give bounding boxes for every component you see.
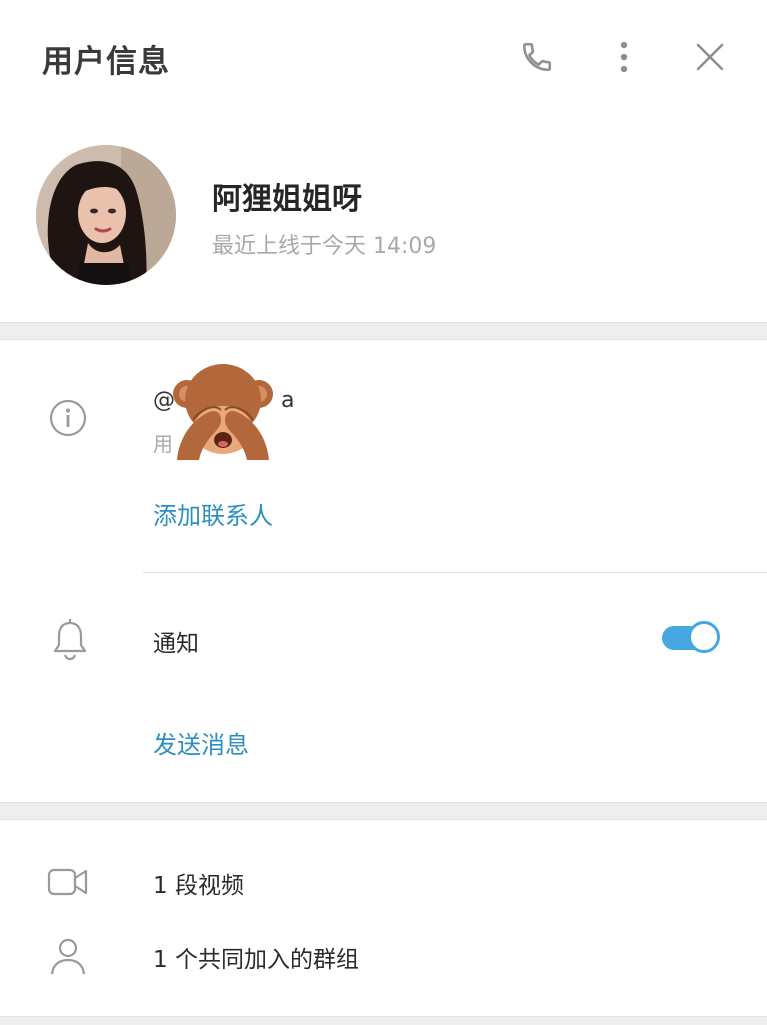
info-icon <box>49 399 87 437</box>
info-icon-wrap <box>46 396 90 440</box>
close-button[interactable] <box>690 37 730 77</box>
username-suffix: a <box>281 388 295 413</box>
person-icon <box>50 938 86 975</box>
contact-name: 阿狸姐姐呀 <box>212 182 362 217</box>
call-button[interactable] <box>517 37 557 77</box>
common-groups-row[interactable]: 1 个共同加入的群组 <box>153 940 359 974</box>
videos-row[interactable]: 1 段视频 <box>153 866 244 900</box>
phone-icon <box>522 42 552 72</box>
add-contact-link[interactable]: 添加联系人 <box>153 496 273 531</box>
notifications-label: 通知 <box>153 631 199 657</box>
send-message-link[interactable]: 发送消息 <box>153 725 249 760</box>
more-options-button[interactable] <box>604 37 644 77</box>
close-icon <box>696 43 724 71</box>
panel-title: 用户信息 <box>42 44 170 80</box>
bell-icon-wrap <box>48 618 92 662</box>
username-label: 用 <box>153 432 173 456</box>
avatar-photo <box>36 145 176 285</box>
see-no-evil-monkey-icon <box>171 358 275 462</box>
toggle-knob <box>688 621 720 653</box>
bell-icon <box>53 619 87 661</box>
row-divider <box>143 572 767 573</box>
last-seen-status: 最近上线于今天 14:09 <box>212 234 437 259</box>
person-icon-wrap <box>46 934 90 978</box>
video-icon-wrap <box>46 860 90 904</box>
video-icon <box>47 868 88 896</box>
section-divider <box>0 322 767 340</box>
avatar[interactable] <box>36 145 176 285</box>
section-divider-2 <box>0 802 767 820</box>
more-vertical-icon <box>620 41 628 73</box>
notifications-toggle[interactable] <box>660 620 720 656</box>
